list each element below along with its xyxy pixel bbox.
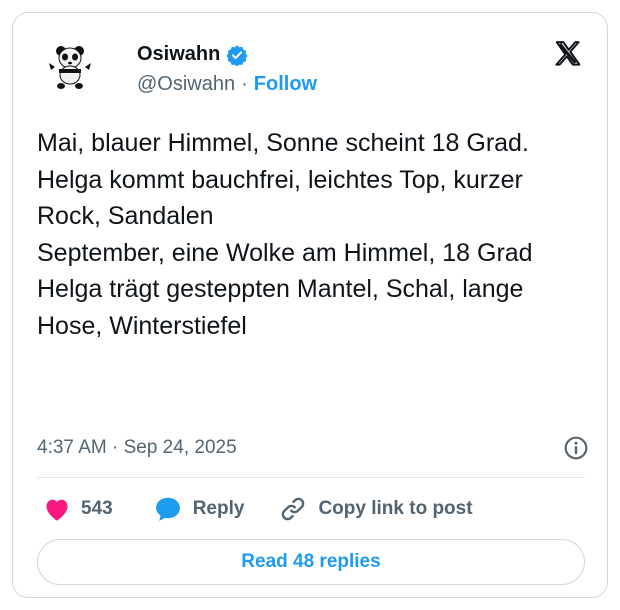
author-display-name[interactable]: Osiwahn [137,43,220,66]
tweet-meta-row: 4:37 AM · Sep 24, 2025 [37,433,589,463]
like-count: 543 [81,498,113,519]
copy-link-label: Copy link to post [318,498,473,519]
tweet-line: September, eine Wolke am Himmel, 18 Grad [37,238,533,267]
separator-dot: · [241,73,248,95]
speech-bubble-icon [155,497,180,521]
tweet-timestamp[interactable]: 4:37 AM · Sep 24, 2025 [37,437,237,459]
verified-badge-icon [226,44,248,66]
author-handle[interactable]: @Osiwahn [137,73,235,96]
tweet-actions: 543 Reply Copy link to post [37,491,585,527]
link-icon [282,497,305,521]
reply-button[interactable]: Reply [153,495,245,523]
tweet-line: Mai, blauer Himmel, Sonne scheint 18 Gra… [37,129,529,157]
reply-label: Reply [192,498,245,519]
author-handle-row: @Osiwahn · Follow [137,73,317,96]
read-replies-button[interactable]: Read 48 replies [37,539,585,585]
tweet-text: Mai, blauer Himmel, Sonne scheint 18 Gra… [37,125,593,344]
panda-avatar[interactable] [47,43,93,91]
tweet-line: Helga kommt bauchfrei, leichtes Top, kur… [37,165,530,231]
like-button[interactable]: 543 [43,496,113,522]
copy-link-button[interactable]: Copy link to post [278,495,473,523]
x-logo-icon[interactable] [553,39,583,69]
heart-icon [46,499,68,521]
divider [37,477,585,478]
tweet-line: Helga trägt gesteppten Mantel, Schal, la… [37,275,531,340]
tweet-card: Osiwahn @Osiwahn · Follow Mai, blauer Hi… [12,12,608,598]
info-icon[interactable] [563,435,589,461]
tweet-header: Osiwahn @Osiwahn · Follow [37,39,585,99]
follow-button[interactable]: Follow [254,73,317,96]
author-name-row: Osiwahn [137,43,248,66]
